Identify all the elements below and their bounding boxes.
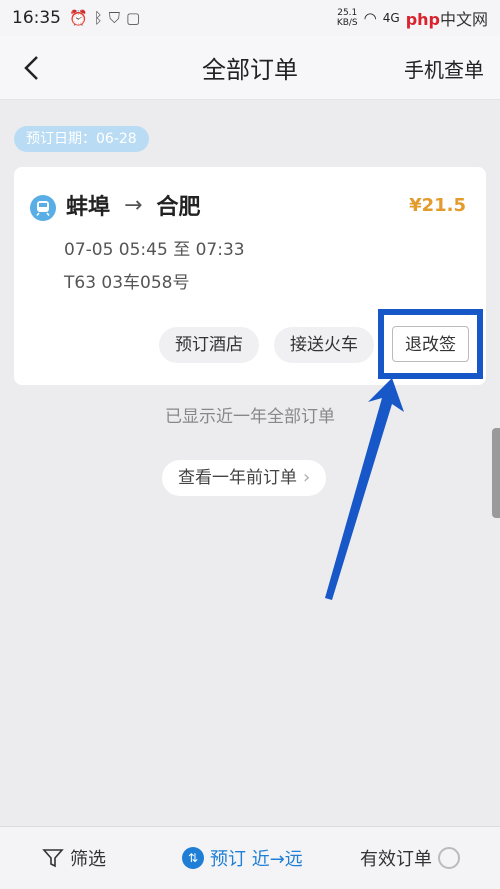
from-station: 蚌埠 [66,195,111,220]
sort-button[interactable]: ⇅ 预订 近→远 [182,845,303,871]
older-orders-label: 查看一年前订单 [178,468,297,488]
train-icon [30,195,56,221]
sort-icon: ⇅ [182,847,204,869]
nav-bar: 全部订单 手机查单 [0,36,500,100]
status-right: 25.1 KB/S ◠ 4G php中文网 [337,6,488,30]
signal-label: 4G [382,11,400,25]
phone-lookup-button[interactable]: 手机查单 [404,54,484,83]
scroll-handle[interactable] [492,428,500,518]
wifi-icon: ◠ [363,9,377,27]
valid-orders-label: 有效订单 [360,849,432,870]
chevron-left-icon [24,56,38,80]
order-times: 07-05 05:45 至 07:33 [64,240,245,260]
filter-button[interactable]: 筛选 [42,845,106,871]
status-bar: 16:35 ⏰ ᛒ ⛉ ▢ 25.1 KB/S ◠ 4G php中文网 [0,0,500,36]
route: 蚌埠 → 合肥 [66,189,200,221]
sort-label: 预订 近→远 [210,849,303,870]
bluetooth-icon: ᛒ [93,9,103,27]
notification-icon: ▢ [125,9,141,27]
net-speed-value: 25.1 [337,8,358,18]
shield-icon: ⛉ [108,9,120,27]
route-arrow: → [124,192,143,218]
order-date-badge: 预订日期：06-28 [14,126,149,152]
valid-orders-toggle[interactable]: 有效订单 [360,845,460,871]
older-orders-button[interactable]: 查看一年前订单 › [162,460,327,496]
order-card[interactable]: 蚌埠 → 合肥 ¥21.5 07-05 05:45 至 07:33 T63 03… [14,167,486,385]
filter-icon [42,849,64,868]
net-speed-unit: KB/S [336,18,358,28]
net-speed: 25.1 KB/S [337,8,358,28]
order-price: ¥21.5 [409,195,466,216]
train-pickup-button[interactable]: 接送火车 [274,327,374,363]
bottom-bar: 筛选 ⇅ 预订 近→远 有效订单 [0,826,500,889]
alarm-icon: ⏰ [69,9,88,27]
to-station: 合肥 [156,195,201,220]
brand-watermark: php中文网 [406,6,488,30]
brand-suffix: 中文网 [439,10,488,29]
order-seat: T63 03车058号 [64,273,190,293]
chevron-right-icon: › [303,467,311,488]
status-time: 16:35 [12,8,61,28]
filter-label: 筛选 [70,849,106,870]
toggle-icon [438,847,460,869]
brand-name: php [405,10,440,29]
year-notice: 已显示近一年全部订单 [165,407,335,427]
refund-change-button[interactable]: 退改签 [392,326,469,362]
book-hotel-button[interactable]: 预订酒店 [159,327,259,363]
back-button[interactable] [14,50,50,86]
